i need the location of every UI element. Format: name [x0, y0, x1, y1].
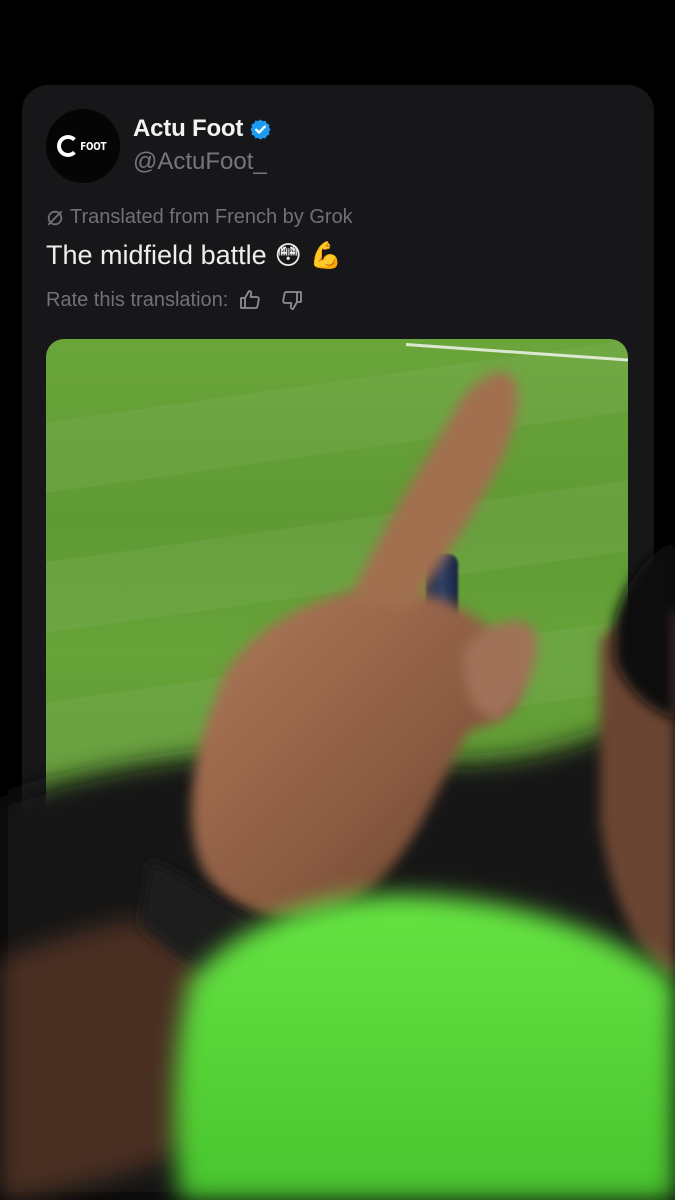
- pitch-stripe: [46, 470, 628, 638]
- grok-icon: [47, 210, 63, 225]
- thumbs-down-icon[interactable]: [280, 288, 304, 312]
- name-row: Actu Foot: [133, 115, 272, 143]
- watch-strap: [140, 860, 270, 1000]
- tweet-card[interactable]: FOOT Actu Foot @ActuFoot_ Translated fro…: [22, 85, 654, 845]
- translated-label: Translated from French by Grok: [70, 206, 353, 228]
- rate-translation-row: Rate this translation:: [46, 288, 304, 312]
- rate-label: Rate this translation:: [46, 288, 229, 311]
- pitch-stripe: [46, 610, 628, 778]
- pitch-stripe: [46, 339, 628, 498]
- translation-notice: Translated from French by Grok: [46, 206, 353, 229]
- tweet-text-body: The midfield battle: [46, 240, 267, 270]
- verified-badge-icon: [250, 118, 271, 140]
- green-shirt: [174, 894, 675, 1200]
- forearm: [0, 917, 260, 1200]
- screen: FOOT Actu Foot @ActuFoot_ Translated fro…: [0, 0, 675, 1200]
- flexed-biceps-emoji: 💪: [309, 240, 343, 271]
- display-name[interactable]: Actu Foot: [133, 115, 243, 143]
- thumbs-up-icon[interactable]: [238, 288, 262, 312]
- tweet-text: The midfield battle 😳 💪: [46, 240, 342, 271]
- avatar[interactable]: FOOT: [46, 109, 120, 183]
- avatar-logo-ring: [56, 135, 79, 157]
- avatar-logo-text: FOOT: [79, 139, 107, 153]
- flushed-face-emoji: 😳: [274, 240, 302, 271]
- player-figure: [426, 554, 458, 636]
- handle[interactable]: @ActuFoot_: [133, 148, 267, 176]
- media-image[interactable]: [46, 339, 628, 845]
